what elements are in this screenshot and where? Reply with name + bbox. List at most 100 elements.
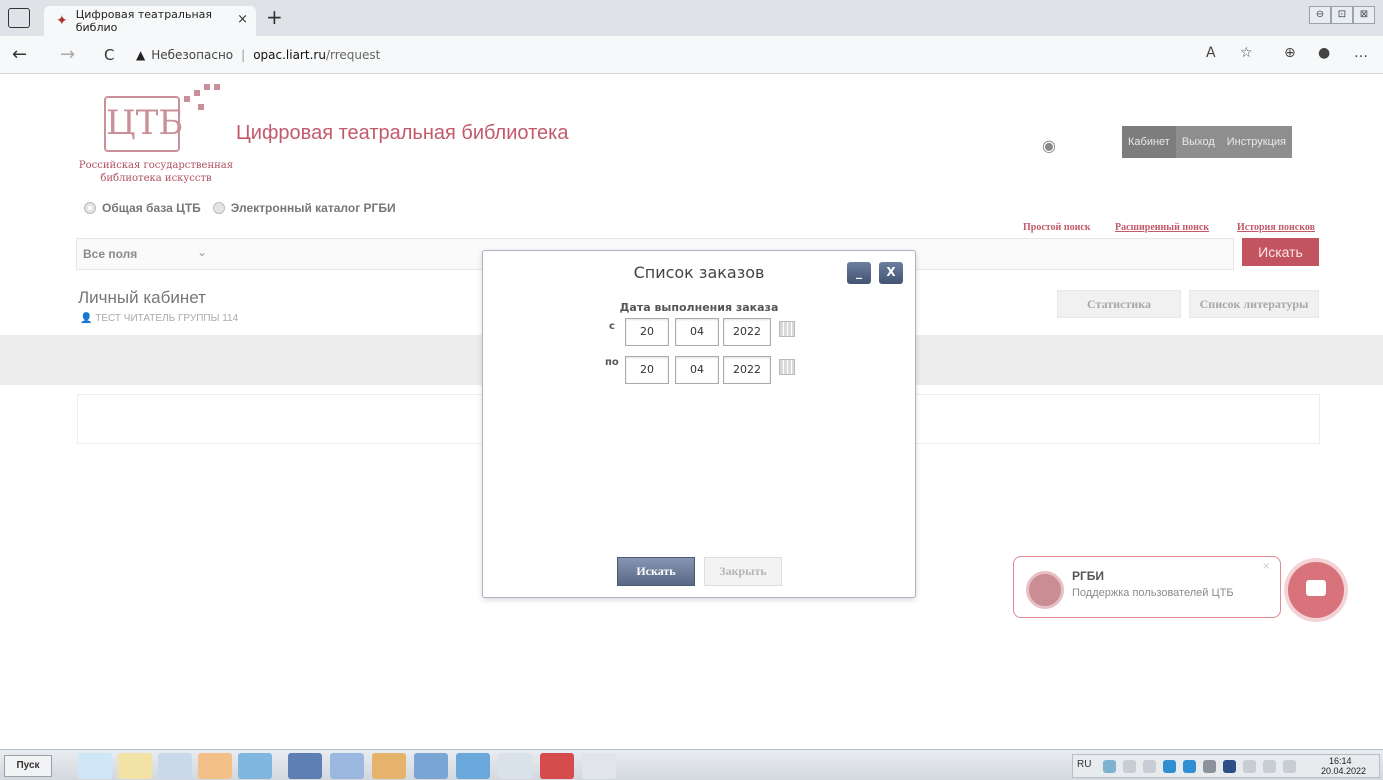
tab-statistics[interactable]: Статистика [1057,290,1181,318]
nav-logout[interactable]: Выход [1175,126,1221,158]
chevron-down-icon[interactable]: ⌄ [197,245,207,259]
reader-label: ТЕСТ ЧИТАТЕЛЬ ГРУППЫ 114 [95,313,239,324]
forward-button[interactable]: → [60,44,75,65]
search-button[interactable]: Искать [1242,238,1319,266]
ie-icon[interactable] [78,753,112,779]
page-title: Личный кабинет [78,288,206,307]
browser-tab-bar: ✦ Цифровая театральная библио × + ⊖ ⊡ ⊠ [0,0,1383,36]
tray-icon[interactable] [1143,760,1156,773]
support-chat-popup[interactable]: РГБИ Поддержка пользователей ЦТБ × [1013,556,1281,618]
search-mode-links: Простой поиск [1023,222,1091,233]
nav-cabinet[interactable]: Кабинет [1122,126,1176,158]
collections-icon[interactable]: ⊕ [1284,45,1296,61]
to-day-input[interactable]: 20 [625,356,669,384]
browser-tab[interactable]: ✦ Цифровая театральная библио × [44,6,256,36]
minimize-window-button[interactable]: ⊖ [1309,6,1331,24]
from-month-input[interactable]: 04 [675,318,719,346]
tab-actions-icon[interactable] [8,8,30,28]
restore-window-button[interactable]: ⊡ [1331,6,1353,24]
tab-close-icon[interactable]: × [237,12,248,27]
field-select[interactable]: Все поля [83,247,137,261]
to-year-input[interactable]: 2022 [723,356,771,384]
insecure-label: Небезопасно [151,48,234,62]
tray-icon[interactable] [1243,760,1256,773]
close-window-button[interactable]: ⊠ [1353,6,1375,24]
to-label: по [605,357,619,368]
calendar-app-icon[interactable] [330,753,364,779]
chat-bubble-icon [1306,580,1326,596]
clock-date[interactable]: 20.04.2022 [1321,766,1366,776]
tray-icon[interactable] [1223,760,1236,773]
close-dialog-button[interactable]: X [879,262,903,284]
radio-rgbi-catalog[interactable] [212,202,225,214]
profile-icon[interactable]: ● [1318,45,1330,61]
reload-button[interactable]: C [104,46,114,64]
tray-icon[interactable] [1183,760,1196,773]
chat-subtitle: Поддержка пользователей ЦТБ [1072,587,1234,599]
search-history-link[interactable]: История поисков [1237,222,1315,233]
advanced-search-link[interactable]: Расширенный поиск [1115,222,1209,233]
start-button[interactable]: Пуск [4,755,52,777]
back-button[interactable]: ← [12,44,27,65]
radio-general-db[interactable] [84,202,96,214]
tray-icon[interactable] [1163,760,1176,773]
date-range-label: Дата выполнения заказа [619,301,779,314]
document-icon[interactable] [498,753,532,779]
tray-icon[interactable] [1263,760,1276,773]
chrome-icon[interactable] [372,753,406,779]
acrobat-icon[interactable] [540,753,574,779]
orders-dialog: Список заказов _ X Дата выполнения заказ… [482,250,916,598]
clock-time[interactable]: 16:14 [1329,756,1352,766]
url-path: /rrequest [325,48,381,62]
from-year-input[interactable]: 2022 [723,318,771,346]
tray-icon[interactable] [1103,760,1116,773]
language-indicator[interactable]: RU [1077,759,1091,770]
dialog-close-button[interactable]: Закрыть [704,557,782,586]
outlook-icon[interactable] [158,753,192,779]
paint-icon[interactable] [582,753,616,779]
volume-icon[interactable] [1203,760,1216,773]
tray-icon[interactable] [1123,760,1136,773]
tray-icon[interactable] [1283,760,1296,773]
from-day-input[interactable]: 20 [625,318,669,346]
more-menu-icon[interactable]: … [1354,45,1368,61]
edge-icon[interactable] [238,753,272,779]
minimize-dialog-button[interactable]: _ [847,262,871,284]
logo-subtitle: библиотека искусств [100,173,212,184]
address-bar: ← → C ▲ Небезопасно | opac.liart.ru /rre… [0,36,1383,74]
chat-close-icon[interactable]: × [1262,561,1270,572]
chat-name: РГБИ [1072,569,1105,583]
logo-decoration-icon [198,104,204,110]
teamviewer-icon[interactable] [456,753,490,779]
logo-decoration-icon [214,84,220,90]
app-icon[interactable] [414,753,448,779]
system-tray: RU 16:14 20.04.2022 [1072,754,1380,778]
search-mode-links: История поисков [1237,222,1315,233]
warning-icon: ▲ [136,48,146,62]
calendar-icon[interactable] [779,359,795,375]
favorite-icon[interactable]: ☆ [1240,45,1253,61]
logo-decoration-icon [204,84,210,90]
radio-general-db-label[interactable]: Общая база ЦТБ [102,201,201,215]
to-month-input[interactable]: 04 [675,356,719,384]
site-logo[interactable]: ЦТБ [104,96,183,152]
eye-icon[interactable]: ◉ [1042,136,1056,155]
url-field[interactable]: ▲ Небезопасно | opac.liart.ru /rrequest [136,42,1196,68]
from-label: с [609,321,615,332]
user-icon: 👤 [80,313,93,324]
tab-title: Цифровая театральная библио [75,8,212,34]
dialog-search-button[interactable]: Искать [617,557,695,586]
new-tab-button[interactable]: + [266,5,283,29]
logo-subtitle: Российская государственная [78,160,234,171]
site-favicon-icon: ✦ [56,13,68,29]
firefox-icon[interactable] [198,753,232,779]
url-separator: | [241,48,246,62]
tab-literature-list[interactable]: Список литературы [1189,290,1319,318]
calendar-icon[interactable] [779,321,795,337]
nav-instructions[interactable]: Инструкция [1220,126,1292,158]
explorer-icon[interactable] [118,753,152,779]
calculator-icon[interactable] [288,753,322,779]
simple-search-link[interactable]: Простой поиск [1023,222,1091,233]
read-aloud-icon[interactable]: A [1206,45,1216,61]
radio-rgbi-catalog-label[interactable]: Электронный каталог РГБИ [231,201,396,215]
